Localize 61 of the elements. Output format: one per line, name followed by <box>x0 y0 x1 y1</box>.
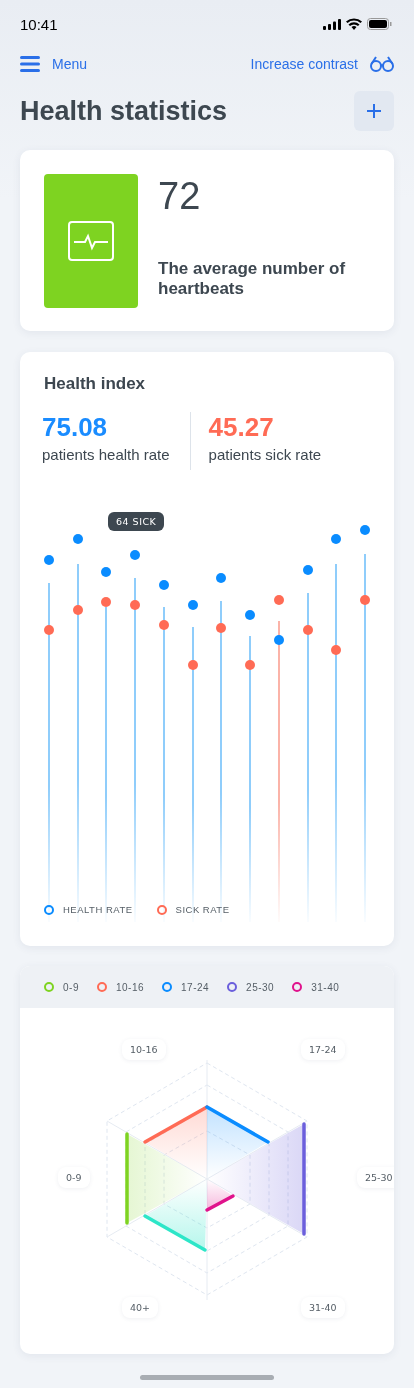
heartbeat-caption: The average number of heartbeats <box>158 259 347 299</box>
wifi-icon <box>346 18 362 30</box>
radar-edge <box>143 1105 209 1144</box>
axis-label: 17-24 <box>301 1039 345 1060</box>
health-rate-dot <box>245 610 255 620</box>
add-button[interactable] <box>354 91 394 131</box>
axis-label: 0-9 <box>58 1167 90 1188</box>
stat-label: patients health rate <box>42 446 170 463</box>
menu-icon <box>20 56 40 72</box>
stat-label: patients sick rate <box>208 446 322 463</box>
sick-rate-dot <box>216 623 226 633</box>
stat-value: 75.08 <box>42 412 109 442</box>
legend-label: SICK RATE <box>175 904 230 915</box>
axis-label: 25-30 <box>357 1167 394 1188</box>
health-rate-dot <box>159 580 169 590</box>
plus-icon <box>367 104 381 118</box>
radar-edge <box>205 1194 235 1212</box>
card-title: Health index <box>43 374 147 394</box>
sick-rate-dot <box>331 645 341 655</box>
sick-rate-dot <box>159 620 169 630</box>
health-rate-dot <box>130 550 140 560</box>
sick-rate-dot <box>303 625 313 635</box>
sick-rate-dot <box>44 625 54 635</box>
status-time: 10:41 <box>20 15 58 33</box>
legend-label: 0-9 <box>63 981 79 993</box>
health-rate-dot <box>274 635 284 645</box>
heart-monitor-icon <box>68 221 114 261</box>
sick-rate-dot <box>73 605 83 615</box>
sick-rate-dot <box>360 595 370 605</box>
sick-rate-dot <box>245 660 255 670</box>
health-rate-dot <box>188 600 198 610</box>
increase-contrast-button[interactable]: Increase contrast <box>250 56 394 72</box>
sick-rate-dot <box>188 660 198 670</box>
radar-edge <box>205 1105 270 1144</box>
health-rate-dot <box>216 573 226 583</box>
stat-value: 45.27 <box>208 412 275 442</box>
heartbeat-value: 72 <box>158 174 202 218</box>
radar-edge <box>143 1214 207 1252</box>
menu-button[interactable]: Menu <box>20 56 88 72</box>
axis-label: 10-16 <box>122 1039 166 1060</box>
battery-icon <box>367 18 392 30</box>
health-rate-dot <box>44 555 54 565</box>
glasses-icon <box>370 56 394 72</box>
sick-rate-dot <box>130 600 140 610</box>
sick-rate-dot <box>101 597 111 607</box>
axis-label: 40+ <box>122 1297 159 1318</box>
legend-label: 31-40 <box>311 981 340 993</box>
health-rate-dot <box>360 525 370 535</box>
health-rate-dot <box>303 565 313 575</box>
health-rate-dot <box>73 534 83 544</box>
sick-rate-dot <box>274 595 284 605</box>
legend-label: 17-24 <box>181 981 210 993</box>
axis-label: 31-40 <box>301 1297 345 1318</box>
legend-label: 25-30 <box>246 981 275 993</box>
chart-tooltip: 64 SICK <box>108 512 165 531</box>
health-rate-dot <box>101 567 111 577</box>
signal-icon <box>323 18 341 30</box>
legend-label: 10-16 <box>115 981 145 993</box>
page-title: Health statistics <box>20 95 228 127</box>
legend-label: HEALTH RATE <box>63 904 133 915</box>
health-rate-dot <box>331 534 341 544</box>
